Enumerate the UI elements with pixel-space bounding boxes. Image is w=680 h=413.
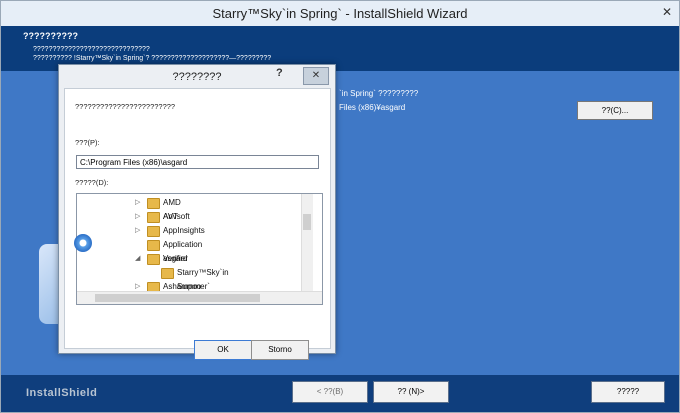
- path-input[interactable]: C:\Program Files (x86)\asgard: [76, 155, 319, 169]
- destination-line-1: `in Spring` ?????????: [339, 89, 419, 98]
- dialog-body: ???????????????????????? ???(P): C:\Prog…: [64, 88, 331, 360]
- tree-item-label: Anvsoft: [163, 212, 190, 221]
- expand-icon[interactable]: ▷: [135, 210, 141, 224]
- collapse-icon[interactable]: ◢: [135, 252, 141, 266]
- header-line-1: ??????????????????????????????: [33, 46, 150, 53]
- wizard-footer: InstallShield < ??(B) ?? (N)> ?????: [1, 375, 679, 412]
- scrollbar-thumb[interactable]: [303, 214, 311, 230]
- installshield-logo: InstallShield: [26, 387, 98, 399]
- title-bar: Starry™Sky`in Spring` - InstallShield Wi…: [1, 1, 679, 27]
- header-line-2: ?????????? !Starry™Sky`in Spring`? ?????…: [33, 55, 272, 62]
- folder-icon: [147, 240, 160, 251]
- dialog-title: ????????: [172, 71, 222, 83]
- busy-spinner-icon: [74, 234, 92, 252]
- path-label: ???(P):: [75, 138, 100, 147]
- help-icon[interactable]: ?: [276, 67, 283, 79]
- change-button[interactable]: ??(C)...: [577, 101, 653, 120]
- tree-item-label: asgard: [163, 254, 188, 263]
- folder-icon: [147, 254, 160, 265]
- installer-window: Starry™Sky`in Spring` - InstallShield Wi…: [0, 0, 680, 413]
- folder-tree[interactable]: ▷ AMD AVT ▷ Anvsoft ▷ AppInsights Applic…: [76, 193, 323, 305]
- tree-item-label: AppInsights: [163, 226, 205, 235]
- storno-button[interactable]: Storno: [251, 340, 309, 360]
- vertical-scrollbar[interactable]: [301, 194, 313, 304]
- window-title: Starry™Sky`in Spring` - InstallShield Wi…: [212, 6, 468, 21]
- dialog-prompt: ????????????????????????: [75, 102, 176, 111]
- destination-line-2: Files (x86)¥asgard: [339, 103, 406, 112]
- scrollbar-thumb[interactable]: [95, 294, 260, 302]
- folder-dialog: ???????? ? ✕ ???????????????????????? ??…: [58, 64, 336, 360]
- folder-icon: [161, 268, 174, 279]
- directory-label: ?????(D):: [75, 178, 109, 187]
- expand-icon[interactable]: ▷: [135, 196, 141, 210]
- folder-icon: [147, 212, 160, 223]
- folder-icon: [147, 198, 160, 209]
- expand-icon[interactable]: ▷: [135, 224, 141, 238]
- ok-button[interactable]: OK: [194, 340, 252, 360]
- header-title: ??????????: [23, 31, 78, 41]
- next-button[interactable]: ?? (N)>: [373, 381, 449, 403]
- back-button[interactable]: < ??(B): [292, 381, 368, 403]
- horizontal-scrollbar[interactable]: [77, 291, 322, 304]
- window-close-button[interactable]: ✕: [657, 3, 677, 21]
- cancel-button[interactable]: ?????: [591, 381, 665, 403]
- folder-icon: [147, 226, 160, 237]
- dialog-close-button[interactable]: ✕: [303, 67, 329, 85]
